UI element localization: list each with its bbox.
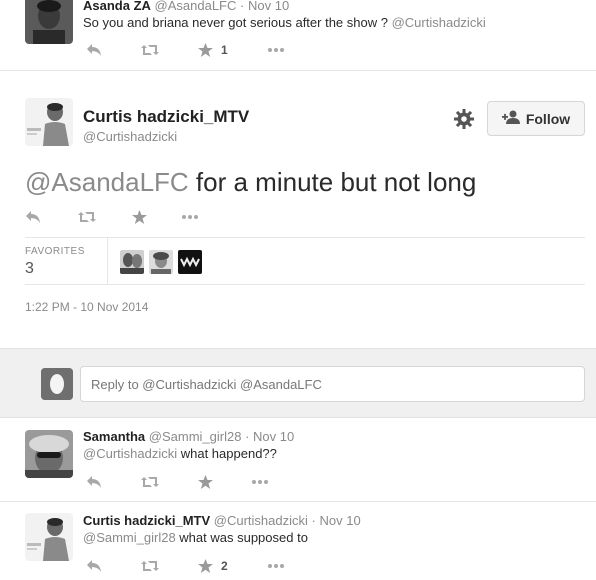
separator-dot: · xyxy=(240,0,245,13)
mention-link[interactable]: @Curtishadzicki xyxy=(392,15,486,30)
author-name[interactable]: Samantha xyxy=(83,429,145,444)
author-name[interactable]: Curtis hadzicki_MTV xyxy=(83,513,210,528)
author-handle[interactable]: @Curtishadzicki xyxy=(83,129,177,144)
reply-button[interactable] xyxy=(86,473,102,491)
favorite-count: 2 xyxy=(221,559,228,573)
separator-dot: · xyxy=(311,513,316,528)
favorite-button[interactable] xyxy=(198,473,213,491)
tweet-text-body: for a minute but not long xyxy=(188,167,477,197)
retweet-button[interactable] xyxy=(140,41,160,59)
more-icon xyxy=(267,47,285,53)
favorites-count[interactable]: 3 xyxy=(25,260,34,278)
follow-label: Follow xyxy=(525,110,571,127)
tweet-text: So you and briana never got serious afte… xyxy=(83,15,486,31)
reply-button[interactable] xyxy=(86,557,102,575)
separator-dot: · xyxy=(245,429,250,444)
tweet-reply-samantha[interactable]: Samantha @Sammi_girl28 · Nov 10 @Curtish… xyxy=(0,418,596,502)
mention-link[interactable]: @AsandaLFC xyxy=(25,167,189,197)
favoriter-avatar[interactable] xyxy=(178,250,202,274)
favorite-icon xyxy=(198,475,213,489)
tweet-asanda[interactable]: Asanda ZA @AsandaLFC · Nov 10 So you and… xyxy=(0,0,596,71)
reply-icon xyxy=(86,43,102,57)
reply-input[interactable] xyxy=(80,366,585,402)
author-handle[interactable]: @Sammi_girl28 xyxy=(149,429,242,444)
avatar[interactable] xyxy=(25,98,73,146)
tweet-permalink: Curtis hadzicki_MTV @Curtishadzicki Foll… xyxy=(0,71,596,348)
reply-button[interactable] xyxy=(25,208,41,226)
author-handle[interactable]: @Curtishadzicki xyxy=(214,513,308,528)
more-button[interactable] xyxy=(251,473,269,491)
favorite-count: 1 xyxy=(221,43,228,57)
mention-link[interactable]: @Sammi_girl28 xyxy=(83,530,176,545)
favorite-button[interactable]: 1 xyxy=(198,41,228,59)
tweet-stats: FAVORITES 3 xyxy=(25,237,585,285)
tweet-time[interactable]: Nov 10 xyxy=(253,429,294,444)
tweet-reply-curtis[interactable]: Curtis hadzicki_MTV @Curtishadzicki · No… xyxy=(0,502,596,580)
more-button[interactable] xyxy=(267,557,285,575)
tweet-text: @Sammi_girl28 what was supposed to xyxy=(83,530,308,546)
author-name[interactable]: Asanda ZA xyxy=(83,0,151,13)
favoriter-avatar[interactable] xyxy=(120,250,144,274)
retweet-icon xyxy=(140,43,160,57)
favorite-icon xyxy=(132,210,147,224)
reply-icon xyxy=(86,475,102,489)
avatar[interactable] xyxy=(25,430,73,478)
tweet-text: @Curtishadzicki what happend?? xyxy=(83,446,277,462)
retweet-button[interactable] xyxy=(77,208,97,226)
stats-divider xyxy=(107,238,108,284)
settings-button[interactable] xyxy=(453,108,475,130)
follow-person-icon xyxy=(501,110,520,127)
tweet-text-body: what happend?? xyxy=(177,446,277,461)
retweet-icon xyxy=(140,475,160,489)
tweet-text: @AsandaLFC for a minute but not long xyxy=(25,167,476,197)
reply-icon xyxy=(86,559,102,573)
author-name[interactable]: Curtis hadzicki_MTV xyxy=(83,107,249,127)
retweet-icon xyxy=(77,210,97,224)
reply-button[interactable] xyxy=(86,41,102,59)
more-button[interactable] xyxy=(267,41,285,59)
favorite-button[interactable]: 2 xyxy=(198,557,228,575)
favorite-icon xyxy=(198,559,213,573)
more-icon xyxy=(251,479,269,485)
gear-icon xyxy=(453,109,475,134)
tweet-time[interactable]: Nov 10 xyxy=(248,0,289,13)
tweet-time[interactable]: Nov 10 xyxy=(319,513,360,528)
avatar[interactable] xyxy=(25,513,73,561)
retweet-button[interactable] xyxy=(140,473,160,491)
follow-button[interactable]: Follow xyxy=(487,101,585,136)
tweet-text-body: So you and briana never got serious afte… xyxy=(83,15,388,30)
favorite-icon xyxy=(198,43,213,57)
more-icon xyxy=(181,214,199,220)
retweet-icon xyxy=(140,559,160,573)
avatar[interactable] xyxy=(25,0,73,44)
tweet-text-body: what was supposed to xyxy=(175,530,308,545)
retweet-button[interactable] xyxy=(140,557,160,575)
favoriter-avatar[interactable] xyxy=(149,250,173,274)
more-button[interactable] xyxy=(181,208,199,226)
reply-composer xyxy=(0,348,596,418)
author-handle[interactable]: @AsandaLFC xyxy=(155,0,237,13)
current-user-avatar xyxy=(41,368,73,400)
tweet-timestamp[interactable]: 1:22 PM - 10 Nov 2014 xyxy=(25,300,148,314)
reply-icon xyxy=(25,210,41,224)
more-icon xyxy=(267,563,285,569)
favorite-button[interactable] xyxy=(132,208,147,226)
favorites-label: FAVORITES xyxy=(25,246,85,257)
favoriters-list xyxy=(120,250,202,274)
mention-link[interactable]: @Curtishadzicki xyxy=(83,446,177,461)
